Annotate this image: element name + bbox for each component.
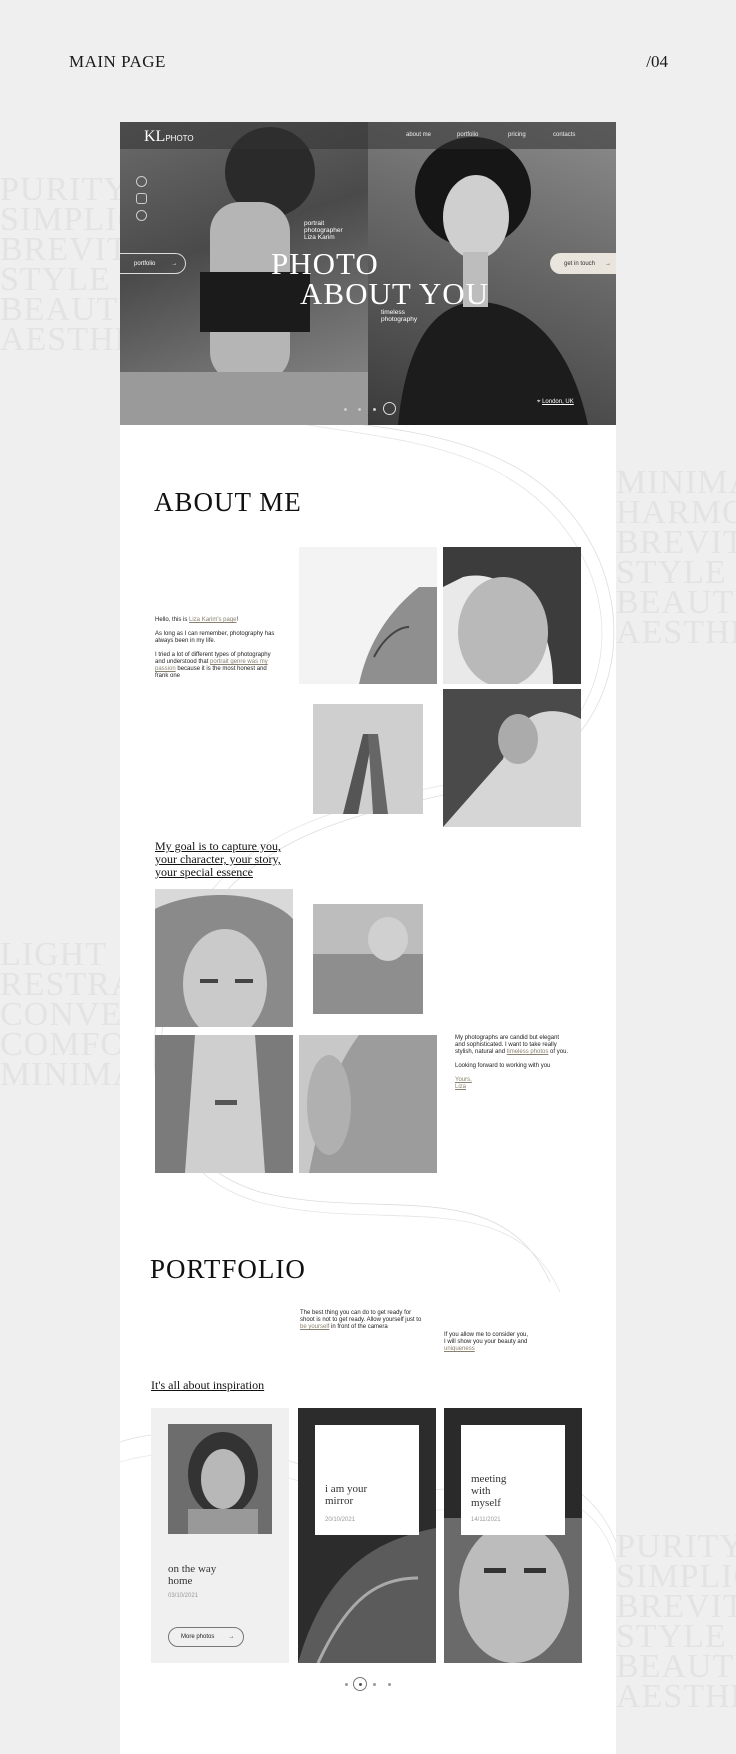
card-2-title: i am your mirror [325, 1483, 368, 1507]
card-2-date: 20/10/2021 [325, 1517, 356, 1523]
card-3-label: meeting with myself 14/11/2021 [461, 1425, 565, 1535]
about-candid-text: My photographs are candid but elegant an… [455, 1035, 569, 1090]
arrow-right-icon: → [605, 260, 612, 267]
instagram-icon[interactable] [136, 193, 147, 204]
site-logo[interactable]: KLPHOTO [144, 128, 194, 146]
card-1-photo [168, 1424, 272, 1534]
pagination-dot[interactable] [388, 1683, 391, 1686]
about-photo-couch [313, 904, 423, 1014]
portfolio-card-3[interactable]: meeting with myself 14/11/2021 [444, 1408, 582, 1663]
presentation-title: MAIN PAGE [69, 52, 166, 71]
presentation-page-number: /04 [646, 52, 668, 71]
timeless-link[interactable]: timeless photos [507, 1049, 549, 1055]
bg-words-left-mid: LIGHTRESTRACONVE COMFOMINIMA [0, 940, 120, 1090]
location: ⌖ London, UK [537, 399, 574, 405]
nav-pricing[interactable]: pricing [508, 132, 526, 138]
card-3-date: 14/11/2021 [471, 1517, 501, 1523]
inspiration-heading: It's all about inspiration [151, 1378, 265, 1392]
slider-dot[interactable] [344, 408, 347, 411]
nav-portfolio[interactable]: portfolio [457, 132, 478, 138]
about-heading: ABOUT ME [154, 487, 302, 517]
top-nav-bar [120, 122, 616, 149]
pagination-dot[interactable] [373, 1683, 376, 1686]
card-2-label: i am your mirror 20/10/2021 [315, 1425, 419, 1535]
about-photo-blonde-2 [155, 1035, 293, 1173]
bg-words-left-top: PURITYSIMPLICBREVIT STYLEBEAUTYAESTHE [0, 175, 120, 355]
slider-dot[interactable] [358, 408, 361, 411]
bg-words-right-mid: MINIMAHARMOBREVITY STYLEBEAUTYAESTHE [616, 468, 736, 648]
photographer-caption: portrait photographer Liza Karim [304, 220, 343, 241]
hero-subtitle: timeless photography [381, 309, 418, 323]
portfolio-text-consider: If you allow me to consider you, I will … [444, 1332, 529, 1352]
hero-section: KLPHOTO about me portfolio pricing conta… [120, 122, 616, 425]
about-photo-blonde-1 [155, 889, 293, 1027]
be-yourself-link[interactable]: be yourself [300, 1324, 329, 1330]
arrow-right-icon: → [228, 1634, 235, 1640]
about-photo-ear [443, 689, 581, 827]
profile-link[interactable]: Liza Karim's page [189, 617, 237, 623]
about-photo-face-up [299, 547, 437, 684]
card-1-title: on the way home [168, 1563, 217, 1587]
nav-about-me[interactable]: about me [406, 132, 431, 138]
get-in-touch-button[interactable]: get in touch → [550, 253, 616, 274]
whatsapp-icon[interactable] [136, 210, 147, 221]
nav-contacts[interactable]: contacts [553, 132, 575, 138]
portfolio-text-ready: The best thing you can do to get ready f… [300, 1310, 422, 1330]
about-intro-text: Hello, this is Liza Karim's page! As lon… [155, 617, 275, 679]
goal-text: My goal is to capture you, your characte… [155, 839, 281, 879]
card-1-date: 03/10/2021 [168, 1593, 199, 1599]
slider-dot-active[interactable] [383, 402, 396, 415]
portfolio-card-2[interactable]: i am your mirror 20/10/2021 [298, 1408, 436, 1663]
slider-dot[interactable] [373, 408, 376, 411]
facebook-icon[interactable] [136, 176, 147, 187]
uniqueness-link[interactable]: uniqueness [444, 1346, 475, 1352]
about-photo-blonde-3 [299, 1035, 437, 1173]
map-pin-icon: ⌖ [537, 399, 541, 405]
page-canvas: KLPHOTO about me portfolio pricing conta… [120, 122, 616, 1754]
portfolio-heading: PORTFOLIO [150, 1254, 306, 1284]
pagination-dot-active[interactable] [353, 1677, 367, 1691]
hero-title-line2: ABOUT YOU [300, 276, 489, 311]
pagination-dot[interactable] [345, 1683, 348, 1686]
card-3-title: meeting with myself [471, 1473, 507, 1509]
more-photos-button[interactable]: More photos → [168, 1627, 244, 1647]
about-photo-closed-eyes [443, 547, 581, 684]
portfolio-card-1[interactable]: on the way home 03/10/2021 More photos → [151, 1408, 289, 1663]
about-photo-hands [313, 704, 423, 814]
portfolio-button[interactable]: portfolio → [120, 253, 186, 274]
arrow-right-icon: → [171, 260, 178, 267]
bg-words-right-bottom: PURITYSIMPLICITYBREVITY STYLEBEAUTYAESTH… [616, 1532, 736, 1712]
